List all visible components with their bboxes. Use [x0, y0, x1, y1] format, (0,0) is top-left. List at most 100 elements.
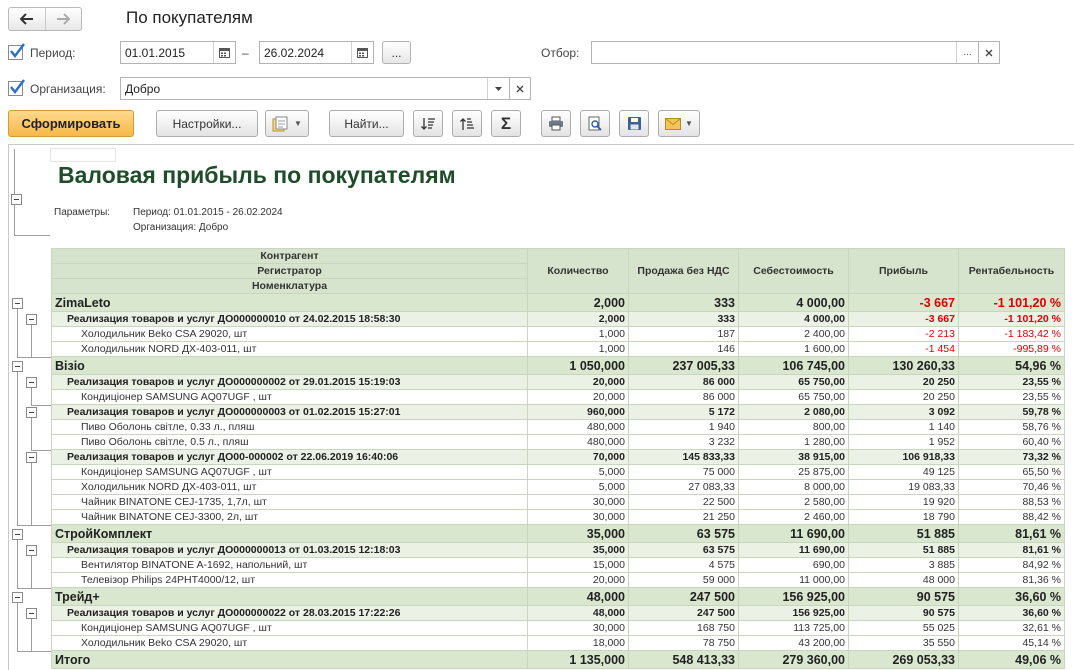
sort-desc-button[interactable]: [413, 110, 443, 137]
name-cell[interactable]: Кондиціонер SAMSUNG AQ07UGF , шт: [51, 464, 528, 480]
profit-cell[interactable]: 35 550: [848, 635, 959, 651]
margin-cell[interactable]: 73,32 %: [958, 449, 1065, 465]
forward-button[interactable]: [44, 8, 82, 30]
cost-cell[interactable]: 1 280,00: [738, 434, 849, 450]
name-cell[interactable]: Чайник BINATONE CEJ-3300, 2л, шт: [51, 509, 528, 525]
cost-cell[interactable]: 2 400,00: [738, 326, 849, 342]
collapse-document-button[interactable]: [26, 314, 37, 325]
profit-cell[interactable]: -3 667: [848, 311, 959, 327]
cost-cell[interactable]: 11 690,00: [738, 542, 849, 558]
sort-asc-button[interactable]: [452, 110, 482, 137]
profit-cell[interactable]: 90 575: [848, 605, 959, 621]
name-cell[interactable]: Реализация товаров и услуг ДО000000003 о…: [51, 404, 528, 420]
qty-cell[interactable]: 48,000: [527, 605, 629, 621]
cost-cell[interactable]: 25 875,00: [738, 464, 849, 480]
profit-cell[interactable]: -2 213: [848, 326, 959, 342]
cost-cell[interactable]: 2 080,00: [738, 404, 849, 420]
name-cell[interactable]: Телевізор Philips 24PHT4000/12, шт: [51, 572, 528, 588]
profit-cell[interactable]: 20 250: [848, 389, 959, 405]
name-cell[interactable]: ZimaLeto: [51, 293, 528, 312]
cost-cell[interactable]: 11 000,00: [738, 572, 849, 588]
sales-cell[interactable]: 4 575: [628, 557, 739, 573]
qty-cell[interactable]: 2,000: [527, 293, 629, 312]
sales-cell[interactable]: 78 750: [628, 635, 739, 651]
cost-cell[interactable]: 690,00: [738, 557, 849, 573]
qty-cell[interactable]: 5,000: [527, 479, 629, 495]
cost-cell[interactable]: 4 000,00: [738, 311, 849, 327]
name-cell[interactable]: Вентилятор BINATONE A-1692, напольний, ш…: [51, 557, 528, 573]
cost-cell[interactable]: 279 360,00: [738, 650, 849, 669]
sales-cell[interactable]: 333: [628, 293, 739, 312]
collapse-title-button[interactable]: [11, 194, 22, 205]
item-row[interactable]: Холодильник Beko CSA 29020, шт 18,000 78 7…: [51, 635, 1065, 651]
cost-cell[interactable]: 2 460,00: [738, 509, 849, 525]
org-clear-button[interactable]: [509, 77, 531, 100]
profit-cell[interactable]: 3 092: [848, 404, 959, 420]
name-cell[interactable]: Холодильник Beko CSA 29020, шт: [51, 635, 528, 651]
qty-cell[interactable]: 18,000: [527, 635, 629, 651]
qty-cell[interactable]: 15,000: [527, 557, 629, 573]
cost-cell[interactable]: 156 925,00: [738, 587, 849, 606]
period-checkbox[interactable]: [8, 43, 25, 60]
sales-cell[interactable]: 247 500: [628, 605, 739, 621]
document-row[interactable]: Реализация товаров и услуг ДО000000003 о…: [51, 404, 1065, 420]
generate-button[interactable]: Сформировать: [8, 110, 134, 137]
margin-cell[interactable]: 84,92 %: [958, 557, 1065, 573]
qty-cell[interactable]: 30,000: [527, 620, 629, 636]
total-row[interactable]: Итого 1 135,000 548 413,33 279 360,00 269 05…: [51, 650, 1065, 669]
print-button[interactable]: [541, 110, 571, 137]
qty-cell[interactable]: 20,000: [527, 572, 629, 588]
margin-cell[interactable]: 23,55 %: [958, 374, 1065, 390]
name-cell[interactable]: Чайник BINATONE CEJ-1735, 1,7л, шт: [51, 494, 528, 510]
name-cell[interactable]: Кондиціонер SAMSUNG AQ07UGF , шт: [51, 389, 528, 405]
sales-cell[interactable]: 247 500: [628, 587, 739, 606]
item-row[interactable]: Пиво Оболонь світле, 0.5 л., пляш 480,000…: [51, 434, 1065, 450]
item-row[interactable]: Кондиціонер SAMSUNG AQ07UGF , шт 20,000 86…: [51, 389, 1065, 405]
sales-cell[interactable]: 146: [628, 341, 739, 357]
name-cell[interactable]: Итого: [51, 650, 528, 669]
sales-cell[interactable]: 333: [628, 311, 739, 327]
name-cell[interactable]: Реализация товаров и услуг ДО000000010 о…: [51, 311, 528, 327]
sales-cell[interactable]: 63 575: [628, 542, 739, 558]
item-row[interactable]: Чайник BINATONE CEJ-1735, 1,7л, шт 30,000…: [51, 494, 1065, 510]
counterparty-row[interactable]: Трейд+ 48,000 247 500 156 925,00 90 575 36,60…: [51, 587, 1065, 606]
margin-cell[interactable]: 65,50 %: [958, 464, 1065, 480]
collapse-document-button[interactable]: [26, 377, 37, 388]
name-cell[interactable]: Реализация товаров и услуг ДО000000022 о…: [51, 605, 528, 621]
cost-cell[interactable]: 43 200,00: [738, 635, 849, 651]
collapse-counterparty-button[interactable]: [12, 528, 23, 540]
name-cell[interactable]: Холодильник Beko CSA 29020, шт: [51, 326, 528, 342]
cost-cell[interactable]: 113 725,00: [738, 620, 849, 636]
document-row[interactable]: Реализация товаров и услуг ДО000000013 о…: [51, 542, 1065, 558]
document-row[interactable]: Реализация товаров и услуг ДО000000010 о…: [51, 311, 1065, 327]
margin-cell[interactable]: 45,14 %: [958, 635, 1065, 651]
item-row[interactable]: Кондиціонер SAMSUNG AQ07UGF , шт 5,000 75 …: [51, 464, 1065, 480]
profit-cell[interactable]: 19 920: [848, 494, 959, 510]
item-row[interactable]: Кондиціонер SAMSUNG AQ07UGF , шт 30,000 16…: [51, 620, 1065, 636]
name-cell[interactable]: Візіо: [51, 356, 528, 375]
item-row[interactable]: Холодильник Beko CSA 29020, шт 1,000 187 2 …: [51, 326, 1065, 342]
margin-cell[interactable]: 32,61 %: [958, 620, 1065, 636]
profit-cell[interactable]: 55 025: [848, 620, 959, 636]
variant-button[interactable]: ▼: [265, 110, 309, 137]
margin-cell[interactable]: 70,46 %: [958, 479, 1065, 495]
counterparty-row[interactable]: ZimaLeto 2,000 333 4 000,00 -3 667 -1 101,20 …: [51, 293, 1065, 312]
sales-cell[interactable]: 168 750: [628, 620, 739, 636]
save-button[interactable]: [619, 110, 649, 137]
sales-cell[interactable]: 86 000: [628, 389, 739, 405]
sales-cell[interactable]: 237 005,33: [628, 356, 739, 375]
qty-cell[interactable]: 20,000: [527, 374, 629, 390]
send-email-button[interactable]: ▼: [658, 110, 700, 137]
name-cell[interactable]: Трейд+: [51, 587, 528, 606]
qty-cell[interactable]: 1,000: [527, 326, 629, 342]
collapse-document-button[interactable]: [26, 407, 37, 418]
qty-cell[interactable]: 960,000: [527, 404, 629, 420]
collapse-document-button[interactable]: [26, 608, 37, 619]
name-cell[interactable]: СтройКомплект: [51, 524, 528, 543]
margin-cell[interactable]: 88,42 %: [958, 509, 1065, 525]
qty-cell[interactable]: 1,000: [527, 341, 629, 357]
collapse-counterparty-button[interactable]: [12, 360, 23, 372]
sales-cell[interactable]: 27 083,33: [628, 479, 739, 495]
profit-cell[interactable]: 3 885: [848, 557, 959, 573]
qty-cell[interactable]: 35,000: [527, 524, 629, 543]
